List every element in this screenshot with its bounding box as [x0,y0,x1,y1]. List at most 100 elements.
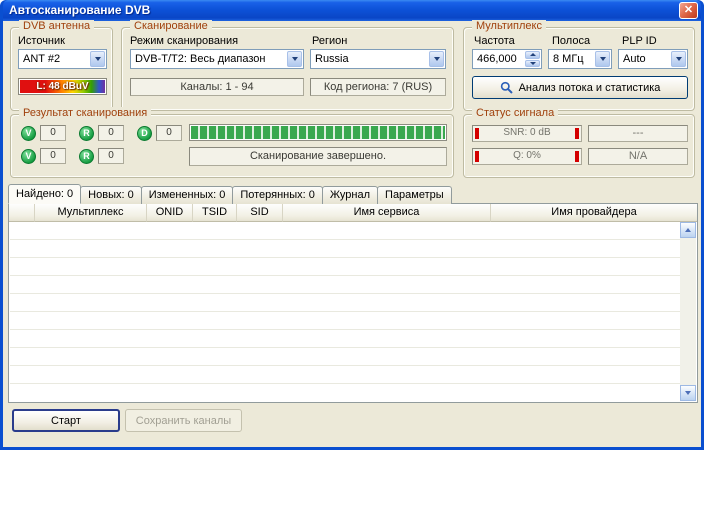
vertical-scrollbar[interactable] [680,222,696,401]
tab-bar: Найдено: 0 Новых: 0 Измененных: 0 Потеря… [8,184,451,204]
indicator-v1-count: 0 [40,125,66,141]
indicator-r2-icon: R [79,149,94,164]
quality-gauge-label: Q: 0% [513,150,541,161]
spin-up-button[interactable] [525,51,540,59]
magnifier-icon [500,81,513,94]
column-header-select[interactable] [9,204,35,222]
snr-gauge: SNR: 0 dB [472,125,582,142]
indicator-r2-count: 0 [98,148,124,164]
source-combobox-dropdown-button[interactable] [90,51,105,67]
dialog-window: Автосканирование DVB ✕ DVB антенна Источ… [0,0,704,450]
group-multiplex: Мультиплекс Частота Полоса PLP ID 466,00… [463,27,695,111]
scan-mode-combobox-dropdown-button[interactable] [287,51,302,67]
tab-new[interactable]: Новых: 0 [80,186,142,204]
close-button[interactable]: ✕ [679,2,698,19]
source-label: Источник [18,35,65,47]
signal-level-bar: L: 48 dBuV [18,78,107,95]
chevron-up-icon [685,228,691,232]
plp-id-combobox-dropdown-button[interactable] [671,51,686,67]
start-button[interactable]: Старт [12,409,120,432]
chevron-down-icon [685,391,691,395]
plp-id-combobox-value: Auto [623,53,669,65]
indicator-v2: V 0 [21,148,66,164]
scan-progress-bar [189,124,447,141]
frequency-spin-buttons [525,51,540,67]
chevron-up-icon [530,53,536,56]
scroll-up-button[interactable] [680,222,696,238]
region-label: Регион [312,35,347,47]
signal-level-text: L: 48 dBuV [20,81,105,92]
scroll-down-button[interactable] [680,385,696,401]
plp-id-label: PLP ID [622,35,657,47]
indicator-r1-icon: R [79,126,94,141]
snr-value-panel: --- [588,125,688,142]
client-area: DVB антенна Источник ANT #2 L: 48 dBuV С… [3,21,701,447]
quality-value-panel: N/A [588,148,688,165]
indicator-r1: R 0 [79,125,124,141]
indicator-d1-icon: D [137,126,152,141]
scan-mode-label: Режим сканирования [130,35,238,47]
channels-info-panel: Каналы: 1 - 94 [130,78,304,96]
analyze-stream-button[interactable]: Анализ потока и статистика [472,76,688,99]
column-header-onid[interactable]: ONID [147,204,193,222]
group-caption-antenna: DVB антенна [19,20,94,32]
analyze-stream-button-label: Анализ потока и статистика [519,82,661,94]
column-header-multiplex[interactable]: Мультиплекс [35,204,147,222]
gauge-min-mark-icon [475,151,479,162]
snr-gauge-label: SNR: 0 dB [503,127,550,138]
scan-mode-combobox[interactable]: DVB-T/T2: Весь диапазон [130,49,304,69]
column-header-service-name[interactable]: Имя сервиса [283,204,491,222]
source-combobox[interactable]: ANT #2 [18,49,107,69]
tab-changed[interactable]: Измененных: 0 [141,186,234,204]
indicator-d1: D 0 [137,125,182,141]
region-code-info-panel: Код региона: 7 (RUS) [310,78,446,96]
group-signal-status: Статус сигнала SNR: 0 dB --- Q: 0% N/A [463,114,695,178]
bandwidth-combobox-dropdown-button[interactable] [595,51,610,67]
indicator-v1-icon: V [21,126,36,141]
titlebar[interactable]: Автосканирование DVB ✕ [3,0,701,21]
column-header-sid[interactable]: SID [237,204,283,222]
spin-down-button[interactable] [525,60,540,68]
bandwidth-label: Полоса [552,35,590,47]
tab-lost[interactable]: Потерянных: 0 [232,186,323,204]
indicator-v1: V 0 [21,125,66,141]
bandwidth-combobox[interactable]: 8 МГц [548,49,612,69]
group-caption-multiplex: Мультиплекс [472,20,546,32]
region-combobox-dropdown-button[interactable] [429,51,444,67]
frequency-spinedit[interactable]: 466,000 [472,49,542,69]
table-header: Мультиплекс ONID TSID SID Имя сервиса Им… [9,204,697,222]
scan-status-panel: Сканирование завершено. [189,147,447,166]
gauge-min-mark-icon [475,128,479,139]
gauge-max-mark-icon [575,128,579,139]
indicator-v2-icon: V [21,149,36,164]
tab-found[interactable]: Найдено: 0 [8,184,81,204]
results-table: Мультиплекс ONID TSID SID Имя сервиса Им… [8,203,698,403]
tab-log[interactable]: Журнал [322,186,378,204]
frequency-value: 466,000 [477,53,524,65]
scan-progress-fill [191,126,445,139]
source-combobox-value: ANT #2 [23,53,88,65]
chevron-down-icon [292,57,298,61]
group-caption-scan-result: Результат сканирования [19,107,151,119]
frequency-label: Частота [474,35,515,47]
group-caption-scanning: Сканирование [130,20,212,32]
indicator-d1-count: 0 [156,125,182,141]
tab-parameters[interactable]: Параметры [377,186,452,204]
gauge-max-mark-icon [575,151,579,162]
group-dvb-antenna: DVB антенна Источник ANT #2 L: 48 dBuV [10,27,113,111]
bandwidth-combobox-value: 8 МГц [553,53,593,65]
column-header-tsid[interactable]: TSID [193,204,237,222]
group-scanning: Сканирование Режим сканирования DVB-T/T2… [121,27,454,111]
chevron-down-icon [95,57,101,61]
indicator-r1-count: 0 [98,125,124,141]
chevron-down-icon [434,57,440,61]
signal-level-fill: L: 48 dBuV [20,80,105,93]
quality-gauge: Q: 0% [472,148,582,165]
region-combobox[interactable]: Russia [310,49,446,69]
chevron-down-icon [600,57,606,61]
plp-id-combobox[interactable]: Auto [618,49,688,69]
chevron-down-icon [530,62,536,65]
column-header-provider-name[interactable]: Имя провайдера [491,204,697,222]
group-scan-result: Результат сканирования V 0 R 0 D 0 V 0 R… [10,114,454,178]
save-channels-button[interactable]: Сохранить каналы [125,409,242,432]
